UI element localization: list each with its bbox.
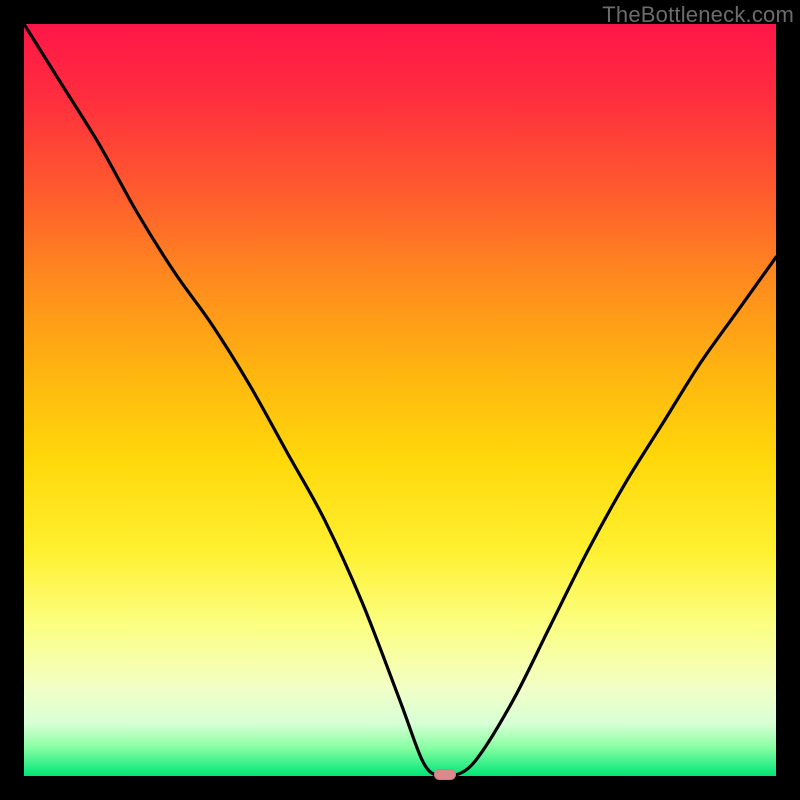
- chart-plot-area: [24, 24, 776, 776]
- chart-stage: TheBottleneck.com: [0, 0, 800, 800]
- sweet-spot-marker: [434, 769, 456, 780]
- watermark-text: TheBottleneck.com: [602, 2, 794, 28]
- bottleneck-curve: [24, 24, 776, 776]
